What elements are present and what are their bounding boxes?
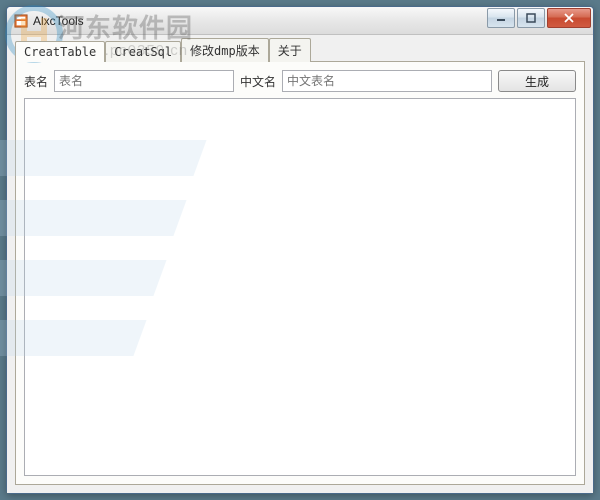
- tab-creatsql[interactable]: CreatSql: [105, 41, 181, 62]
- close-icon: [563, 13, 575, 23]
- generate-button[interactable]: 生成: [498, 70, 576, 92]
- close-button[interactable]: [547, 8, 591, 28]
- maximize-icon: [526, 13, 536, 23]
- tab-creattable[interactable]: CreatTable: [15, 41, 105, 62]
- titlebar[interactable]: AlxcTools: [7, 7, 593, 35]
- tab-panel-creattable: 表名 中文名 生成: [15, 61, 585, 485]
- chinese-name-input[interactable]: [282, 70, 492, 92]
- form-row: 表名 中文名 生成: [24, 70, 576, 92]
- table-name-label: 表名: [24, 73, 48, 90]
- maximize-button[interactable]: [517, 8, 545, 28]
- output-textarea[interactable]: [24, 98, 576, 476]
- app-icon: [13, 13, 29, 29]
- tab-about[interactable]: 关于: [269, 38, 311, 62]
- minimize-button[interactable]: [487, 8, 515, 28]
- chinese-name-label: 中文名: [240, 73, 276, 90]
- window-controls: [485, 8, 591, 28]
- minimize-icon: [496, 13, 506, 23]
- tab-modify-dmp[interactable]: 修改dmp版本: [181, 38, 269, 62]
- tab-strip: CreatTable CreatSql 修改dmp版本 关于: [15, 39, 585, 61]
- table-name-input[interactable]: [54, 70, 234, 92]
- window-title: AlxcTools: [33, 14, 485, 28]
- app-window: AlxcTools CreatTable CreatSql 修改dmp版本 关于…: [6, 6, 594, 494]
- client-area: CreatTable CreatSql 修改dmp版本 关于 表名 中文名 生成: [7, 35, 593, 493]
